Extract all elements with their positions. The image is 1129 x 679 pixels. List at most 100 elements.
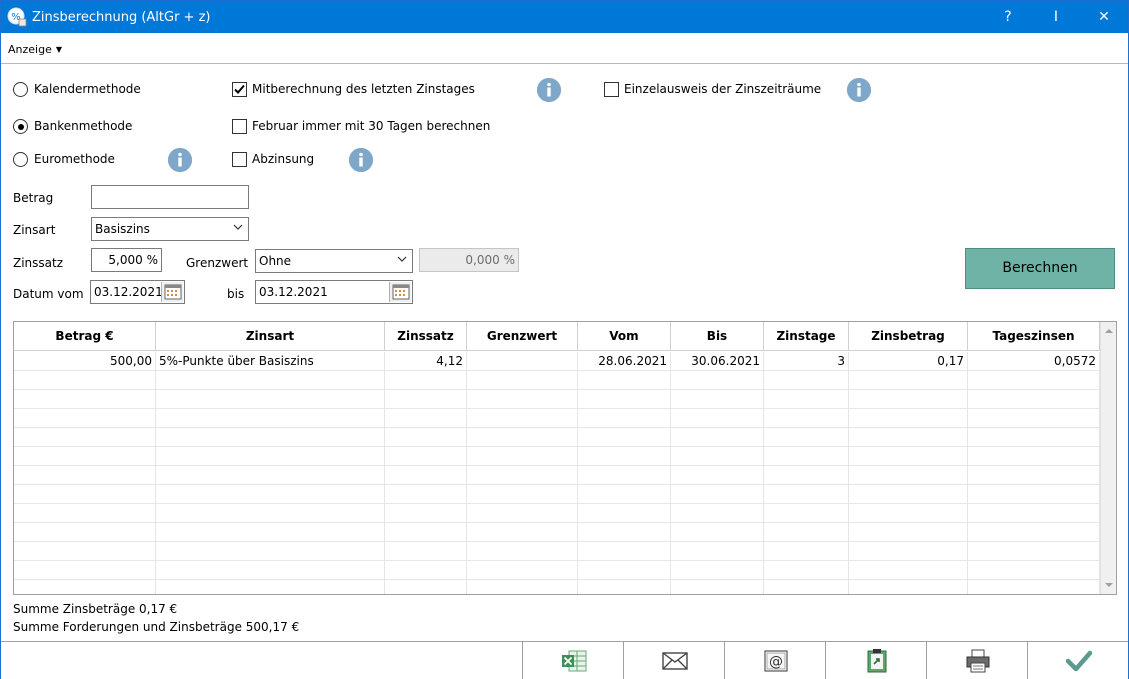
column-header[interactable]: Zinsart [156, 322, 385, 351]
check-mark-icon [234, 84, 245, 94]
grenzwert-label: Grenzwert [186, 256, 249, 270]
calendar-icon[interactable] [161, 282, 183, 302]
checkbox-einzelausweis[interactable] [604, 82, 619, 97]
menu-anzeige[interactable]: Anzeige ▼ [8, 43, 62, 56]
table-cell [156, 485, 385, 504]
mail-button[interactable] [623, 642, 724, 679]
zinsart-select[interactable]: Basiszins [91, 217, 249, 241]
chevron-down-icon [397, 256, 407, 262]
info-icon-euromethode[interactable] [168, 148, 192, 172]
table-cell [764, 371, 849, 390]
table-row[interactable] [14, 561, 1100, 580]
column-header[interactable]: Grenzwert [467, 322, 578, 351]
radio-kalendermethode-label[interactable]: Kalendermethode [34, 82, 141, 96]
berechnen-button[interactable]: Berechnen [965, 248, 1115, 289]
datum-vom-value: 03.12.2021 [94, 285, 163, 299]
table-cell [467, 466, 578, 485]
zinssatz-input[interactable]: 5,000 % [91, 248, 162, 272]
email-e-button[interactable]: @ [724, 642, 825, 679]
table-cell [671, 371, 764, 390]
table-cell [968, 466, 1100, 485]
radio-kalendermethode[interactable] [13, 82, 28, 97]
bis-value: 03.12.2021 [259, 285, 328, 299]
info-icon-abzinsung[interactable] [349, 148, 373, 172]
checkbox-februar[interactable] [232, 119, 247, 134]
info-icon-mitberechnung[interactable] [537, 78, 561, 102]
info-icon-einzelausweis[interactable] [847, 78, 871, 102]
betrag-input[interactable] [91, 185, 249, 209]
scroll-down-icon[interactable] [1104, 580, 1114, 590]
column-header[interactable]: Betrag € [14, 322, 156, 351]
table-cell [156, 390, 385, 409]
column-header[interactable]: Zinsbetrag [849, 322, 968, 351]
pin-button[interactable]: I [1032, 1, 1080, 33]
column-header[interactable]: Zinssatz [385, 322, 467, 351]
table-cell [385, 428, 467, 447]
radio-euromethode[interactable] [13, 152, 28, 167]
table-cell [385, 390, 467, 409]
checkbox-mitberechnung-label[interactable]: Mitberechnung des letzten Zinstages [252, 82, 475, 96]
radio-selected-dot [17, 123, 24, 130]
table-row[interactable] [14, 390, 1100, 409]
table-cell [578, 447, 671, 466]
table-cell [385, 371, 467, 390]
checkbox-mitberechnung[interactable] [232, 82, 247, 97]
menu-bar: Anzeige ▼ [1, 33, 1128, 64]
table-cell [467, 371, 578, 390]
table-row[interactable] [14, 409, 1100, 428]
table-cell [385, 523, 467, 542]
ok-button[interactable] [1027, 642, 1128, 679]
help-button[interactable]: ? [984, 1, 1032, 33]
table-row[interactable] [14, 580, 1100, 594]
print-button[interactable] [926, 642, 1027, 679]
table-cell [849, 561, 968, 580]
checkbox-einzelausweis-label[interactable]: Einzelausweis der Zinszeiträume [624, 82, 821, 96]
bis-input[interactable]: 03.12.2021 [255, 280, 413, 304]
bis-label: bis [227, 287, 245, 301]
checkbox-februar-label[interactable]: Februar immer mit 30 Tagen berechnen [252, 119, 490, 133]
table-cell [156, 542, 385, 561]
excel-export-button[interactable] [522, 642, 623, 679]
grenzwert-select[interactable]: Ohne [255, 249, 413, 273]
table-row[interactable] [14, 466, 1100, 485]
calendar-icon[interactable] [389, 282, 411, 302]
table-row[interactable]: 500,00 5%-Punkte über Basiszins 4,12 28.… [14, 352, 1100, 371]
close-button[interactable]: ✕ [1080, 1, 1128, 33]
table-row[interactable] [14, 523, 1100, 542]
scroll-up-icon[interactable] [1104, 326, 1114, 336]
table-row[interactable] [14, 542, 1100, 561]
table-cell [764, 485, 849, 504]
clipboard-button[interactable] [825, 642, 926, 679]
checkbox-abzinsung[interactable] [232, 152, 247, 167]
checkbox-abzinsung-label[interactable]: Abzinsung [252, 152, 314, 166]
vertical-scrollbar[interactable] [1100, 322, 1116, 594]
table-cell [385, 580, 467, 594]
zinsart-label: Zinsart [13, 223, 56, 237]
table-cell [764, 580, 849, 594]
column-header[interactable]: Bis [671, 322, 764, 351]
table-cell [578, 523, 671, 542]
table-cell: 0,17 [849, 352, 968, 371]
table-cell [968, 523, 1100, 542]
table-cell [14, 447, 156, 466]
table-row[interactable] [14, 485, 1100, 504]
table-cell [671, 390, 764, 409]
datum-vom-input[interactable]: 03.12.2021 [90, 280, 185, 304]
table-cell [14, 542, 156, 561]
footer-toolbar: @ [1, 641, 1128, 679]
radio-euromethode-label[interactable]: Euromethode [34, 152, 115, 166]
table-row[interactable] [14, 447, 1100, 466]
caret-down-icon: ▼ [55, 45, 63, 54]
table-row[interactable] [14, 428, 1100, 447]
column-header[interactable]: Zinstage [764, 322, 849, 351]
radio-bankenmethode-label[interactable]: Bankenmethode [34, 119, 132, 133]
table-cell [156, 504, 385, 523]
table-row[interactable] [14, 504, 1100, 523]
printer-icon [966, 649, 990, 673]
table-cell [671, 561, 764, 580]
table-cell [578, 466, 671, 485]
table-row[interactable] [14, 371, 1100, 390]
column-header[interactable]: Tageszinsen [968, 322, 1100, 351]
radio-bankenmethode[interactable] [13, 119, 28, 134]
column-header[interactable]: Vom [578, 322, 671, 351]
